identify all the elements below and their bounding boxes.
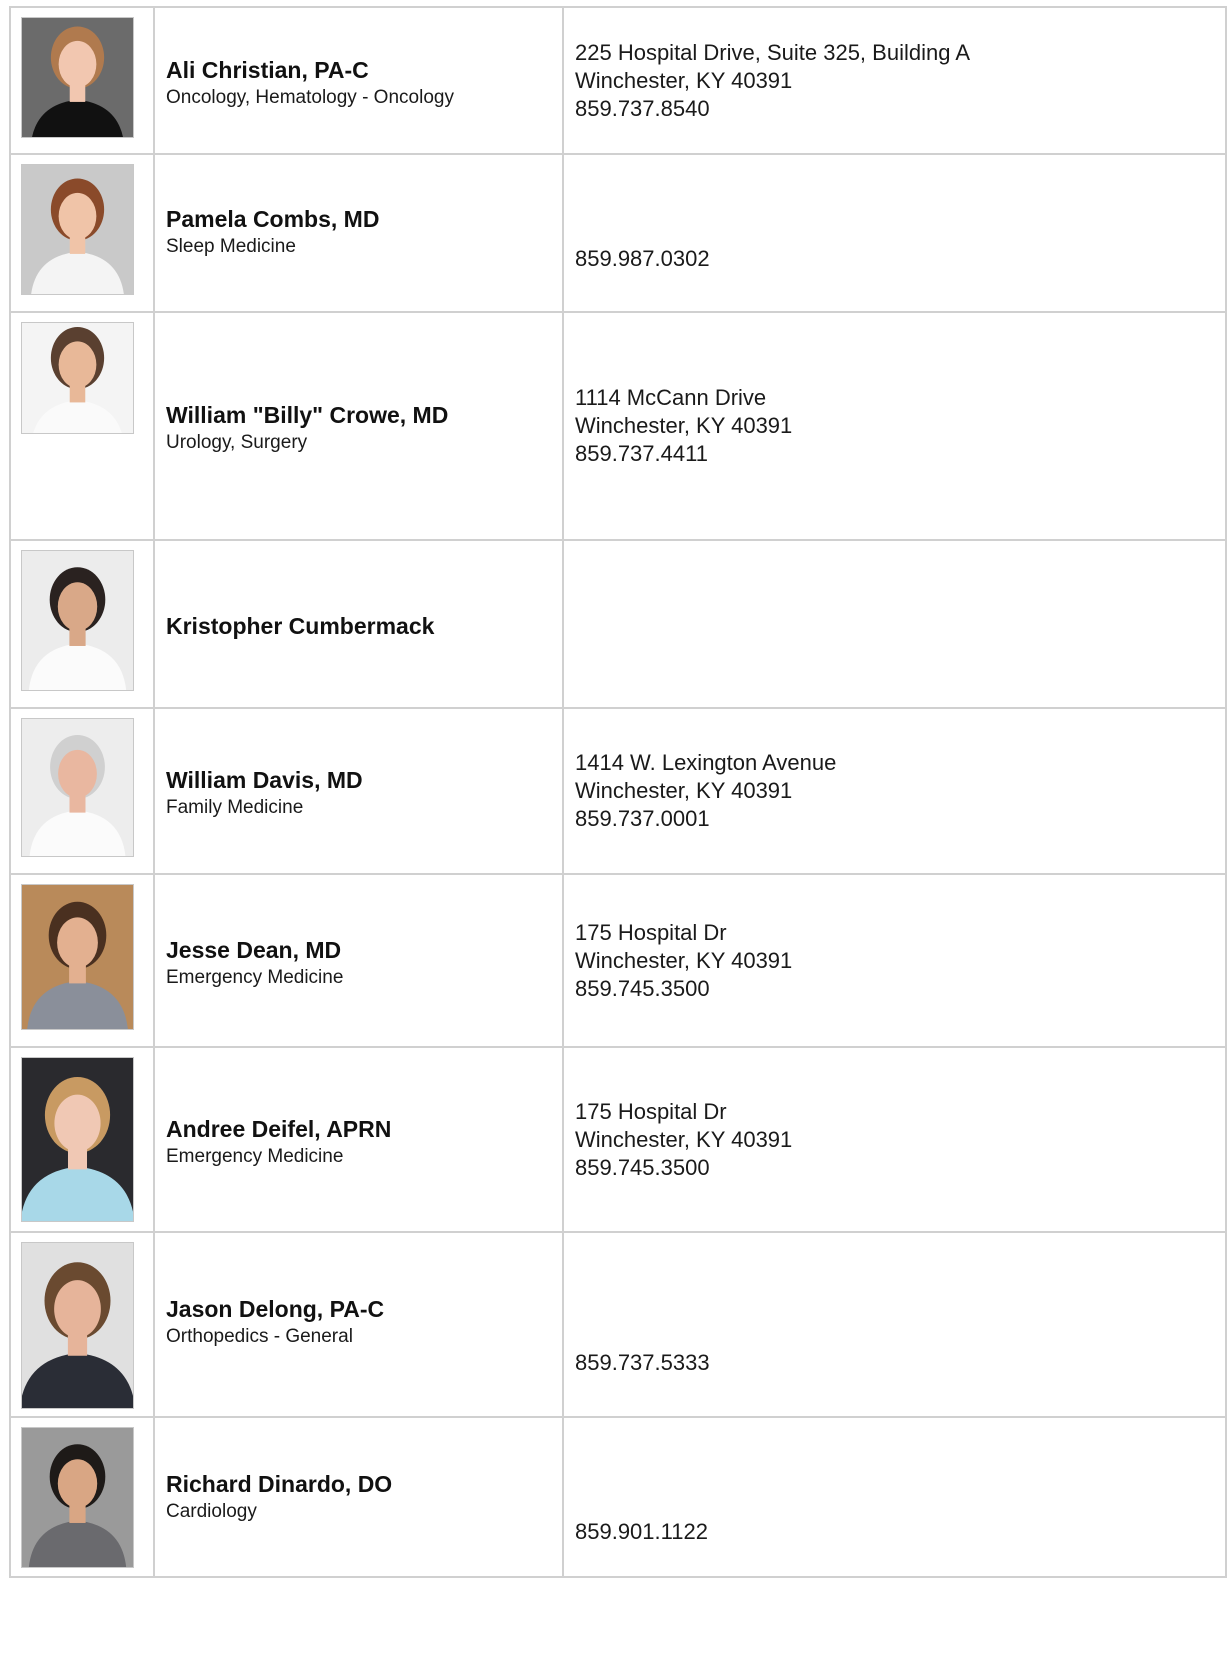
provider-contact-cell: 1414 W. Lexington Avenue Winchester, KY … [562,707,1227,875]
portrait-graphic [22,885,133,1029]
table-row: William "Billy" Crowe, MD Urology, Surge… [9,311,1227,541]
address-line-1: 1114 McCann Drive [575,385,767,410]
provider-name[interactable]: William Davis, MD [166,766,562,794]
address-line-1: 225 Hospital Drive, Suite 325, Building … [575,39,971,65]
table-row: Richard Dinardo, DO Cardiology 859.901.1… [9,1416,1227,1578]
provider-info-cell: Kristopher Cumbermack [153,539,564,709]
portrait-face [58,341,97,388]
provider-contact-cell [562,539,1227,709]
portrait-graphic [22,18,133,137]
provider-photo[interactable] [21,884,134,1030]
provider-contact-cell: 225 Hospital Drive, Suite 325, Building … [562,6,1227,155]
provider-info-cell: Richard Dinardo, DO Cardiology [153,1416,564,1578]
table-row: Ali Christian, PA-C Oncology, Hematology… [9,6,1227,155]
photo-cell [9,153,155,313]
portrait-face [58,40,97,88]
table-row: William Davis, MD Family Medicine 1414 W… [9,707,1227,875]
provider-specialty: Orthopedics - General [166,1326,353,1347]
phone-number[interactable]: 859.737.8540 [575,95,1225,123]
address-line-2: Winchester, KY 40391 [575,413,793,438]
provider-name[interactable]: Jason Delong, PA-C [166,1295,562,1323]
photo-cell [9,1046,155,1233]
provider-photo[interactable] [21,17,134,138]
provider-specialty: Urology, Surgery [166,432,308,453]
portrait-graphic [22,323,133,433]
portrait-face [57,917,98,968]
provider-contact-cell: 1114 McCann Drive Winchester, KY 40391 8… [562,311,1227,541]
table-row: Jason Delong, PA-C Orthopedics - General… [9,1231,1227,1418]
provider-photo[interactable] [21,550,134,691]
provider-info-cell: William Davis, MD Family Medicine [153,707,564,875]
provider-photo[interactable] [21,164,134,295]
portrait-face [54,1280,101,1338]
provider-contact-cell: 859.901.1122 [562,1416,1227,1578]
portrait-graphic [22,551,133,690]
provider-name[interactable]: Jesse Dean, MD [166,936,562,964]
provider-name[interactable]: Ali Christian, PA-C [166,56,562,84]
provider-name[interactable]: William "Billy" Crowe, MD [166,401,562,429]
table-row: Andree Deifel, APRN Emergency Medicine 1… [9,1046,1227,1233]
phone-number[interactable]: 859.745.3500 [575,1154,1225,1182]
provider-specialty: Family Medicine [166,797,304,818]
provider-name[interactable]: Pamela Combs, MD [166,205,562,233]
phone-number[interactable]: 859.901.1122 [575,1518,1225,1546]
address-line-1: 175 Hospital Dr [575,1098,727,1124]
photo-cell [9,311,155,541]
portrait-graphic [22,719,133,856]
address-line-2: Winchester, KY 40391 [575,778,793,803]
provider-info-cell: William "Billy" Crowe, MD Urology, Surge… [153,311,564,541]
provider-contact-cell: 859.737.5333 [562,1231,1227,1418]
table-row: Jesse Dean, MD Emergency Medicine 175 Ho… [9,873,1227,1048]
provider-photo[interactable] [21,1242,134,1409]
provider-info-cell: Jason Delong, PA-C Orthopedics - General [153,1231,564,1418]
portrait-graphic [22,1058,133,1221]
provider-info-cell: Ali Christian, PA-C Oncology, Hematology… [153,6,564,155]
photo-cell [9,539,155,709]
photo-cell [9,6,155,155]
provider-specialty: Sleep Medicine [166,236,296,257]
provider-name[interactable]: Andree Deifel, APRN [166,1115,562,1143]
photo-cell [9,1231,155,1418]
provider-contact-cell: 175 Hospital Dr Winchester, KY 40391 859… [562,873,1227,1048]
portrait-graphic [22,1243,133,1408]
provider-directory-table: Ali Christian, PA-C Oncology, Hematology… [9,6,1227,1578]
portrait-face [54,1094,101,1152]
provider-info-cell: Andree Deifel, APRN Emergency Medicine [153,1046,564,1233]
provider-specialty: Cardiology [166,1501,257,1522]
photo-cell [9,873,155,1048]
provider-name[interactable]: Kristopher Cumbermack [166,612,562,640]
phone-number[interactable]: 859.987.0302 [575,245,1225,273]
provider-contact-cell: 175 Hospital Dr Winchester, KY 40391 859… [562,1046,1227,1233]
provider-photo[interactable] [21,322,134,434]
address-line-2: Winchester, KY 40391 [575,1126,793,1152]
phone-number[interactable]: 859.737.5333 [575,1349,1225,1377]
photo-cell [9,1416,155,1578]
portrait-face [57,582,98,631]
provider-specialty: Oncology, Hematology - Oncology [166,86,454,108]
address-line-2: Winchester, KY 40391 [575,947,793,973]
provider-specialty: Emergency Medicine [166,1145,344,1167]
provider-contact-cell: 859.987.0302 [562,153,1227,313]
provider-info-cell: Pamela Combs, MD Sleep Medicine [153,153,564,313]
address-line-1: 175 Hospital Dr [575,919,727,945]
portrait-face [58,749,97,798]
portrait-graphic [22,1428,133,1567]
address-line-1: 1414 W. Lexington Avenue [575,750,837,775]
portrait-face [57,1459,98,1508]
photo-cell [9,707,155,875]
provider-photo[interactable] [21,718,134,857]
provider-info-cell: Jesse Dean, MD Emergency Medicine [153,873,564,1048]
phone-number[interactable]: 859.745.3500 [575,975,1225,1003]
portrait-face [58,192,97,240]
provider-specialty: Emergency Medicine [166,966,344,988]
table-row: Pamela Combs, MD Sleep Medicine 859.987.… [9,153,1227,313]
address-line-2: Winchester, KY 40391 [575,67,793,93]
portrait-graphic [22,165,133,294]
provider-name[interactable]: Richard Dinardo, DO [166,1470,562,1498]
phone-number[interactable]: 859.737.0001 [575,805,1225,833]
phone-number[interactable]: 859.737.4411 [575,440,1225,468]
provider-photo[interactable] [21,1057,134,1222]
table-row: Kristopher Cumbermack [9,539,1227,709]
provider-photo[interactable] [21,1427,134,1568]
